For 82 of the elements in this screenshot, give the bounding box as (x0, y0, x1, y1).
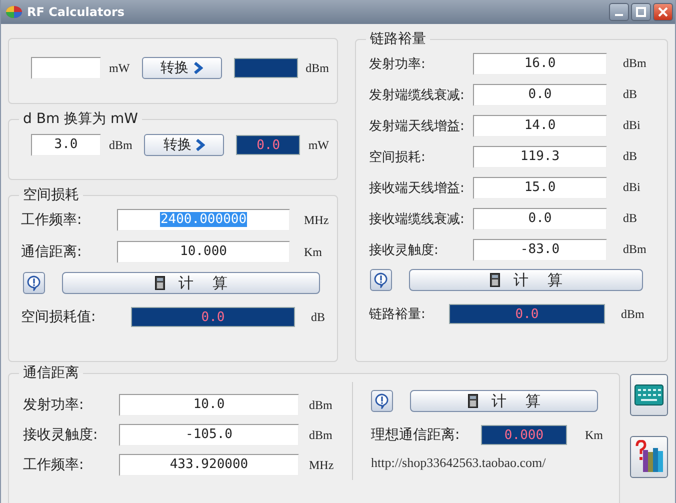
input-field[interactable]: -105.0 (119, 424, 299, 446)
calculate-button[interactable]: 计 算 (62, 272, 320, 294)
keyboard-icon (634, 384, 664, 406)
field-label: 发射端天线增益: (369, 118, 466, 134)
unit-label: dBm (309, 428, 332, 442)
unit-label: dBm (309, 398, 332, 412)
field-label: 工作频率: (23, 456, 85, 474)
color-wheel-icon (5, 4, 23, 20)
field-label: 发射端缆线衰减: (369, 86, 466, 104)
result-label: 空间损耗值: (21, 308, 97, 326)
group-title: 通信距离 (22, 364, 80, 382)
field-label: 接收端缆线衰减: (369, 210, 466, 228)
group-title: 链路裕量 (369, 30, 427, 48)
calculate-button[interactable]: 计 算 (410, 390, 598, 412)
shop-link[interactable]: http://shop33642563.taobao.com/ (371, 455, 546, 471)
field-label: 通信距离: (21, 243, 83, 261)
field-label: 发射功率: (369, 56, 426, 72)
calculator-icon (490, 273, 500, 287)
field-label: 接收端天线增益: (369, 180, 466, 196)
unit-label: dB (623, 149, 638, 164)
maximize-icon (636, 7, 646, 17)
result-display: 0.0 (131, 307, 295, 327)
input-field[interactable]: 119.3 (473, 146, 607, 168)
minimize-icon (615, 14, 623, 16)
result-label: 理想通信距离: (371, 426, 461, 444)
close-button[interactable] (653, 3, 673, 21)
unit-label: MHz (309, 458, 334, 472)
input-field[interactable]: 15.0 (473, 176, 607, 198)
unit-label: dB (311, 310, 326, 324)
input-field[interactable]: 0.0 (473, 84, 607, 106)
input-field[interactable]: 14.0 (473, 114, 607, 136)
books-icon (634, 440, 664, 474)
info-button[interactable] (370, 269, 392, 291)
calculator-icon (154, 276, 165, 290)
input-field[interactable]: 10.0 (119, 394, 299, 416)
unit-label: dBm (623, 56, 646, 71)
convert-button[interactable]: 转换 (142, 57, 222, 79)
close-icon (658, 7, 668, 17)
unit-label: dBi (623, 180, 640, 195)
result-display: 0.0 (236, 135, 300, 155)
maximize-button[interactable] (631, 3, 651, 21)
calculator-icon (468, 394, 478, 408)
unit-label: Km (585, 428, 603, 442)
input-field[interactable]: 10.000 (117, 241, 290, 263)
unit-label: dB (623, 87, 638, 102)
field-label: 工作频率: (21, 211, 83, 229)
group-title: 空间损耗 (22, 186, 80, 204)
unit-label: dBm (623, 242, 646, 257)
unit-label: Km (304, 244, 322, 260)
info-button[interactable] (23, 272, 45, 294)
chevron-icon (192, 62, 203, 74)
unit-label: dBm (621, 306, 644, 322)
field-label: 接收灵触度: (369, 242, 440, 258)
field-label: 发射功率: (23, 396, 85, 414)
unit-label: dB (623, 211, 638, 226)
field-label: 接收灵触度: (23, 426, 99, 444)
result-display (234, 58, 298, 78)
minimize-button[interactable] (609, 3, 629, 21)
unit-label: mW (109, 60, 130, 76)
input-field[interactable]: 16.0 (473, 52, 607, 74)
keyboard-button[interactable] (630, 374, 668, 416)
input-field[interactable]: 433.920000 (119, 454, 299, 476)
input-field[interactable]: -83.0 (473, 238, 607, 260)
info-button[interactable] (371, 390, 393, 412)
chevron-icon (195, 139, 206, 151)
unit-label: mW (308, 138, 330, 152)
convert-button[interactable]: 转换 (144, 134, 224, 156)
result-label: 链路裕量: (369, 306, 426, 323)
unit-label: MHz (304, 212, 329, 228)
input-field[interactable]: 3.0 (31, 134, 101, 156)
help-books-button[interactable] (630, 436, 668, 478)
result-display: 0.0 (449, 304, 605, 324)
input-field[interactable] (31, 57, 101, 79)
window-title: RF Calculators (27, 5, 126, 19)
field-label: 空间损耗: (369, 148, 426, 166)
unit-label: dBm (109, 138, 132, 152)
unit-label: dBi (623, 118, 640, 133)
unit-label: dBm (306, 60, 330, 76)
group-title: d Bm 换算为 mW (22, 110, 139, 128)
calculate-button[interactable]: 计 算 (409, 269, 643, 291)
input-field[interactable]: 0.0 (473, 208, 607, 230)
result-display: 0.000 (481, 425, 567, 445)
